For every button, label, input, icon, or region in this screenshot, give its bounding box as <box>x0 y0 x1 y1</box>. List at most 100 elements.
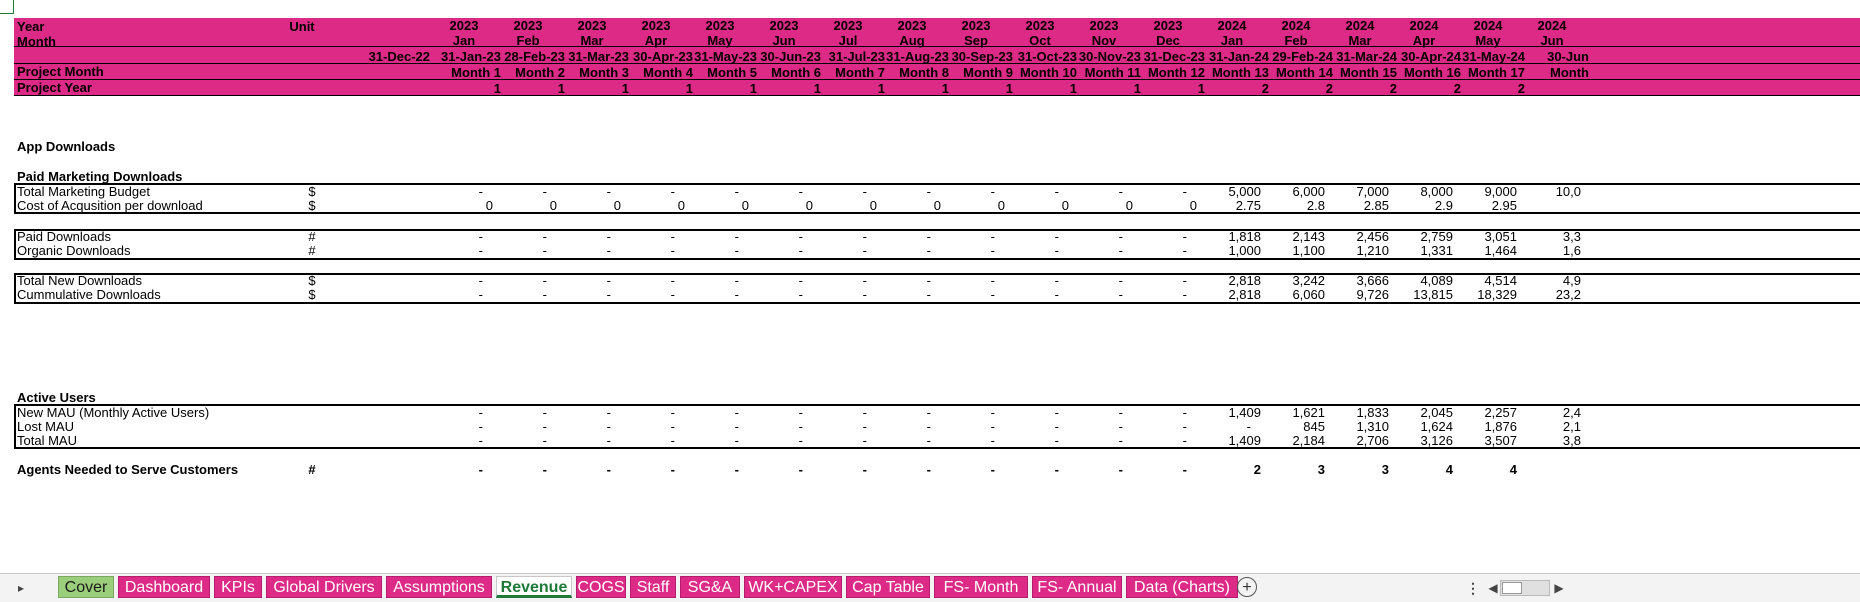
data-cell[interactable]: - <box>857 243 931 258</box>
data-cell[interactable]: - <box>985 405 1059 420</box>
data-cell[interactable]: - <box>729 462 803 477</box>
data-cell[interactable]: 18,329 <box>1443 287 1517 302</box>
data-cell[interactable]: - <box>729 419 803 434</box>
data-cell[interactable]: - <box>857 433 931 448</box>
data-cell[interactable]: - <box>537 243 611 258</box>
data-cell[interactable]: 1,818 <box>1187 229 1261 244</box>
data-cell[interactable]: - <box>601 433 675 448</box>
data-cell[interactable]: - <box>793 184 867 199</box>
data-cell[interactable]: - <box>409 287 483 302</box>
data-cell[interactable]: - <box>793 273 867 288</box>
data-cell[interactable]: - <box>601 462 675 477</box>
data-cell[interactable]: - <box>921 405 995 420</box>
data-cell[interactable]: 1,310 <box>1315 419 1389 434</box>
data-cell[interactable]: - <box>409 243 483 258</box>
data-cell[interactable]: - <box>729 433 803 448</box>
data-cell[interactable]: 0 <box>1059 198 1133 213</box>
data-cell[interactable]: - <box>921 229 995 244</box>
data-cell[interactable]: 2,818 <box>1187 273 1261 288</box>
data-cell[interactable]: 1,409 <box>1187 433 1261 448</box>
data-cell[interactable]: - <box>985 462 1059 477</box>
data-cell[interactable]: - <box>665 419 739 434</box>
data-cell[interactable]: 2,818 <box>1187 287 1261 302</box>
data-cell[interactable]: 6,000 <box>1251 184 1325 199</box>
data-cell[interactable]: - <box>729 287 803 302</box>
data-cell[interactable]: - <box>537 419 611 434</box>
data-cell[interactable]: - <box>601 273 675 288</box>
data-cell[interactable]: 2,184 <box>1251 433 1325 448</box>
data-cell[interactable]: - <box>1113 229 1187 244</box>
data-cell[interactable]: - <box>857 229 931 244</box>
data-cell[interactable]: - <box>601 229 675 244</box>
data-cell[interactable]: - <box>793 419 867 434</box>
data-cell[interactable]: 2,045 <box>1379 405 1453 420</box>
data-cell[interactable]: - <box>793 405 867 420</box>
sheet-tab[interactable]: FS- Month <box>934 576 1028 598</box>
data-cell[interactable]: 9,726 <box>1315 287 1389 302</box>
data-cell[interactable]: 2,759 <box>1379 229 1453 244</box>
data-cell[interactable]: 4,9 <box>1507 273 1581 288</box>
data-cell[interactable]: - <box>473 184 547 199</box>
data-cell[interactable]: - <box>985 229 1059 244</box>
data-cell[interactable]: - <box>473 229 547 244</box>
data-cell[interactable]: 13,815 <box>1379 287 1453 302</box>
sheet-tab[interactable]: Data (Charts) <box>1126 576 1238 598</box>
data-cell[interactable]: 3,3 <box>1507 229 1581 244</box>
data-cell[interactable]: - <box>921 462 995 477</box>
data-cell[interactable]: - <box>1113 462 1187 477</box>
data-cell[interactable]: - <box>473 243 547 258</box>
data-cell[interactable]: - <box>1049 462 1123 477</box>
data-cell[interactable]: 2,1 <box>1507 419 1581 434</box>
data-cell[interactable]: - <box>985 287 1059 302</box>
data-cell[interactable]: - <box>793 462 867 477</box>
data-cell[interactable]: 1,409 <box>1187 405 1261 420</box>
data-cell[interactable]: 2,706 <box>1315 433 1389 448</box>
data-cell[interactable]: 1,210 <box>1315 243 1389 258</box>
data-cell[interactable]: - <box>665 433 739 448</box>
data-cell[interactable]: 0 <box>419 198 493 213</box>
data-cell[interactable]: 23,2 <box>1507 287 1581 302</box>
data-cell[interactable]: - <box>601 287 675 302</box>
data-cell[interactable]: 3 <box>1315 462 1389 477</box>
data-cell[interactable]: - <box>793 287 867 302</box>
data-cell[interactable]: 1,000 <box>1187 243 1261 258</box>
data-cell[interactable]: 3,666 <box>1315 273 1389 288</box>
sheet-tab[interactable]: Revenue <box>496 576 572 598</box>
data-cell[interactable]: - <box>1113 184 1187 199</box>
data-cell[interactable]: - <box>537 287 611 302</box>
data-cell[interactable]: 1,100 <box>1251 243 1325 258</box>
data-cell[interactable]: 6,060 <box>1251 287 1325 302</box>
data-cell[interactable]: 3,242 <box>1251 273 1325 288</box>
data-cell[interactable]: 2 <box>1187 462 1261 477</box>
data-cell[interactable]: - <box>729 273 803 288</box>
data-cell[interactable]: - <box>793 243 867 258</box>
data-cell[interactable]: - <box>601 184 675 199</box>
data-cell[interactable]: - <box>1049 433 1123 448</box>
scroll-right-icon[interactable]: ▶ <box>1550 578 1568 598</box>
data-cell[interactable]: - <box>409 419 483 434</box>
data-cell[interactable]: - <box>921 243 995 258</box>
sheet-tab[interactable]: Dashboard <box>118 576 210 598</box>
data-cell[interactable]: - <box>473 405 547 420</box>
data-cell[interactable]: - <box>857 287 931 302</box>
data-cell[interactable]: 1,876 <box>1443 419 1517 434</box>
data-cell[interactable]: 7,000 <box>1315 184 1389 199</box>
data-cell[interactable]: - <box>409 184 483 199</box>
data-cell[interactable]: - <box>665 243 739 258</box>
data-cell[interactable]: - <box>409 229 483 244</box>
data-cell[interactable]: - <box>537 229 611 244</box>
data-cell[interactable]: - <box>1049 419 1123 434</box>
data-cell[interactable]: - <box>665 462 739 477</box>
data-cell[interactable]: 2.75 <box>1187 198 1261 213</box>
data-cell[interactable]: 4,089 <box>1379 273 1453 288</box>
data-cell[interactable]: 2.9 <box>1379 198 1453 213</box>
data-cell[interactable]: - <box>665 184 739 199</box>
data-cell[interactable]: 2.85 <box>1315 198 1389 213</box>
data-cell[interactable]: 0 <box>547 198 621 213</box>
data-cell[interactable]: 2,4 <box>1507 405 1581 420</box>
data-cell[interactable]: - <box>601 419 675 434</box>
data-cell[interactable]: 3,8 <box>1507 433 1581 448</box>
data-cell[interactable]: 1,833 <box>1315 405 1389 420</box>
data-cell[interactable]: 1,464 <box>1443 243 1517 258</box>
data-cell[interactable]: 0 <box>803 198 877 213</box>
